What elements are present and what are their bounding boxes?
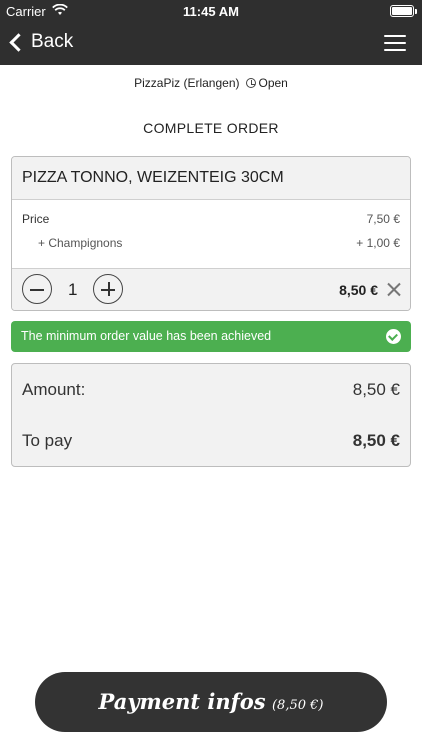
page-title: COMPLETE ORDER (143, 120, 279, 136)
shop-name: PizzaPiz (Erlangen) (134, 76, 240, 90)
to-pay-value: 8,50 € (352, 431, 400, 450)
shop-info: PizzaPiz (Erlangen) Open (0, 76, 422, 90)
line-total: 8,50 € (339, 282, 378, 298)
extra-value: + 1,00 € (356, 236, 400, 250)
price-value: 7,50 € (366, 212, 400, 226)
item-name: PIZZA TONNO, WEIZENTEIG 30CM (12, 157, 410, 200)
minus-icon (30, 289, 44, 291)
notice-text: The minimum order value has been achieve… (21, 329, 272, 343)
nav-bar: Back (0, 22, 422, 65)
clock-time: 11:45 AM (183, 4, 239, 19)
payment-button-amount: (8,50 €) (271, 698, 324, 713)
item-price-lines: Price 7,50 € + Champignons + 1,00 € (12, 200, 410, 269)
amount-label: Amount: (22, 380, 86, 399)
price-label: Price (22, 212, 50, 226)
shop-status: Open (258, 76, 288, 90)
amount-value: 8,50 € (352, 380, 400, 399)
price-row: Price 7,50 € (22, 212, 400, 226)
to-pay-label: To pay (22, 431, 73, 450)
status-bar: Carrier 11:45 AM (0, 0, 422, 22)
clock-icon (245, 78, 256, 88)
extra-name: + Champignons (38, 236, 123, 250)
check-circle-icon (386, 329, 401, 344)
payment-infos-button[interactable]: Payment infos (8,50 €) (35, 672, 387, 732)
to-pay-row: To pay 8,50 € (22, 431, 400, 451)
quantity-value: 1 (68, 280, 78, 299)
extra-row: + Champignons + 1,00 € (22, 236, 400, 250)
hamburger-menu-icon[interactable] (384, 35, 406, 52)
increase-quantity-button[interactable] (93, 274, 123, 304)
back-label: Back (31, 31, 74, 52)
back-button[interactable]: Back (8, 31, 73, 53)
battery-icon (390, 5, 417, 17)
remove-item-icon[interactable] (387, 283, 400, 296)
amount-row: Amount: 8,50 € (22, 380, 400, 400)
order-item-card: PIZZA TONNO, WEIZENTEIG 30CM Price 7,50 … (11, 156, 411, 311)
payment-button-label: Payment infos (98, 689, 266, 714)
decrease-quantity-button[interactable] (22, 274, 52, 304)
minimum-order-notice: The minimum order value has been achieve… (11, 321, 411, 352)
order-summary: Amount: 8,50 € To pay 8,50 € (11, 363, 411, 467)
chevron-left-icon (9, 32, 28, 52)
quantity-row: 1 8,50 € (12, 269, 410, 310)
